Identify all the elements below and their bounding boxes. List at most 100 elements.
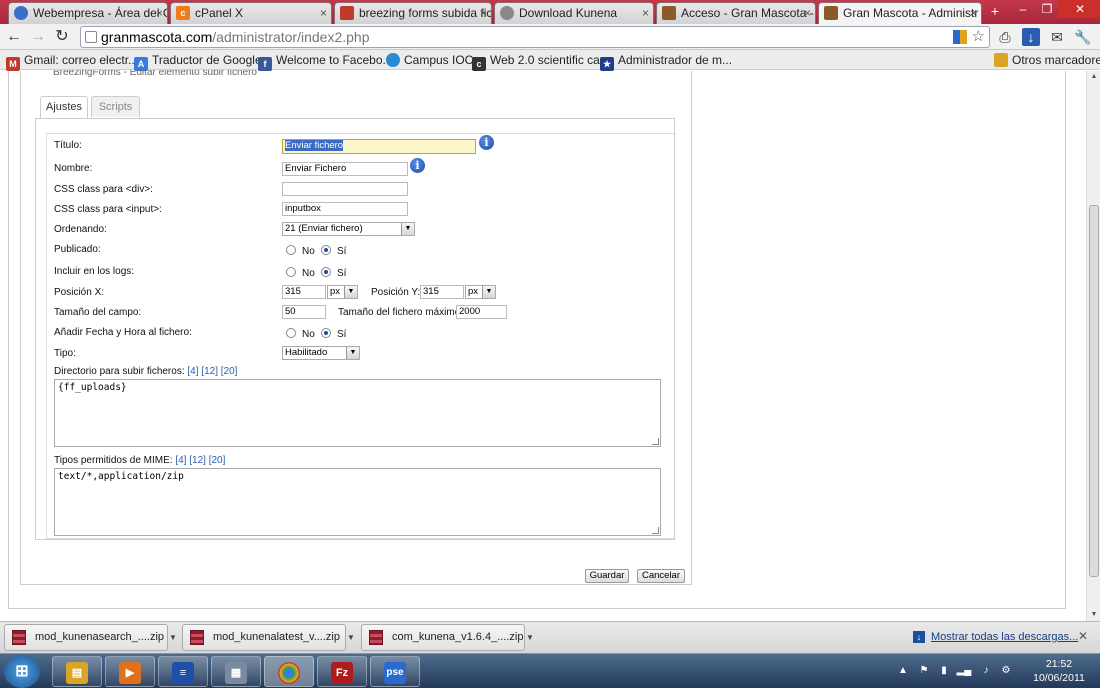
titulo-input[interactable]: Enviar fichero bbox=[282, 139, 476, 154]
css-div-input[interactable] bbox=[282, 182, 408, 196]
taskbar-calculator[interactable]: ▦ bbox=[211, 656, 261, 687]
battery-icon[interactable]: ▮ bbox=[936, 663, 952, 679]
scrollbar-thumb[interactable] bbox=[1089, 205, 1099, 577]
ref-link-12[interactable]: [12] bbox=[189, 455, 206, 466]
new-tab-icon[interactable]: + bbox=[985, 3, 1005, 19]
ref-link-4[interactable]: [4] bbox=[187, 366, 198, 377]
browser-tab-webempresa[interactable]: Webempresa - Área del Cl × bbox=[8, 2, 168, 24]
globe-icon bbox=[500, 6, 514, 20]
scroll-down-icon[interactable]: ▼ bbox=[1087, 609, 1100, 621]
download-item[interactable]: mod_kunenalatest_v....zip ▼ bbox=[182, 624, 355, 651]
tab-scripts[interactable]: Scripts bbox=[91, 96, 140, 117]
close-tab-icon[interactable]: × bbox=[970, 3, 977, 23]
windows-update-icon[interactable]: ⚙ bbox=[998, 663, 1014, 679]
nombre-label: Nombre: bbox=[54, 163, 93, 174]
taskbar-pse[interactable]: pse bbox=[370, 656, 420, 687]
posx-unit-select[interactable]: px ▼ bbox=[327, 285, 358, 299]
back-icon[interactable]: ← bbox=[4, 27, 24, 47]
logs-no-radio[interactable] bbox=[286, 267, 296, 277]
browser-tab-active[interactable]: Gran Mascota - Administr × bbox=[818, 2, 982, 24]
ordenando-select[interactable]: 21 (Enviar fichero) ▼ bbox=[282, 222, 415, 236]
ref-link-4[interactable]: [4] bbox=[175, 455, 186, 466]
resize-grip-icon[interactable] bbox=[652, 527, 659, 534]
posy-input[interactable]: 315 bbox=[420, 285, 464, 299]
bookmark-facebook[interactable]: f Welcome to Facebo... bbox=[258, 52, 393, 71]
scroll-up-icon[interactable]: ▲ bbox=[1087, 71, 1100, 83]
reload-icon[interactable]: ↻ bbox=[52, 27, 72, 47]
dir-textarea[interactable]: {ff_uploads} bbox=[54, 379, 661, 447]
flag-icon[interactable]: ⚑ bbox=[916, 663, 932, 679]
tipo-select[interactable]: Habilitado ▼ bbox=[282, 346, 360, 360]
close-tab-icon[interactable]: × bbox=[320, 3, 327, 23]
download-item[interactable]: mod_kunenasearch_....zip ▼ bbox=[4, 624, 177, 651]
wrench-icon[interactable]: 🔧 bbox=[1074, 28, 1092, 46]
show-all-downloads-link[interactable]: ↓ Mostrar todas las descargas... bbox=[913, 631, 1078, 643]
start-button[interactable]: ⊞ bbox=[4, 655, 40, 688]
browser-tab-kunena[interactable]: Download Kunena × bbox=[494, 2, 654, 24]
browser-tab-cpanel[interactable]: c cPanel X × bbox=[170, 2, 332, 24]
taskbar-stack-app[interactable]: ≡ bbox=[158, 656, 208, 687]
volume-icon[interactable]: ♪ bbox=[978, 663, 994, 679]
other-bookmarks[interactable]: Otros marcadores bbox=[994, 52, 1100, 68]
css-input-input[interactable]: inputbox bbox=[282, 202, 408, 216]
bookmark-admin[interactable]: ★ Administrador de m... bbox=[600, 52, 732, 71]
address-bar[interactable]: granmascota.com/administrator/index2.php… bbox=[80, 26, 990, 48]
ref-link-12[interactable]: [12] bbox=[201, 366, 218, 377]
nombre-input[interactable]: Enviar Fichero bbox=[282, 162, 408, 176]
info-icon[interactable]: i bbox=[479, 135, 494, 150]
ref-link-20[interactable]: [20] bbox=[221, 366, 238, 377]
page-icon bbox=[85, 31, 97, 43]
bookmark-gmail[interactable]: M Gmail: correo electr... bbox=[6, 52, 138, 71]
mime-textarea[interactable]: text/*,application/zip bbox=[54, 468, 661, 536]
posy-unit-select[interactable]: px ▼ bbox=[465, 285, 496, 299]
fecha-no-radio[interactable] bbox=[286, 328, 296, 338]
save-button[interactable]: Guardar bbox=[585, 569, 629, 583]
show-hidden-icons[interactable]: ▲ bbox=[895, 663, 911, 679]
bookmark-calc[interactable]: c Web 2.0 scientific ca... bbox=[472, 52, 610, 71]
download-icon[interactable]: ↓ bbox=[1022, 28, 1040, 46]
max-size-input[interactable]: 2000 bbox=[456, 305, 507, 319]
download-item[interactable]: com_kunena_v1.6.4_....zip ▼ bbox=[361, 624, 534, 651]
network-icon[interactable]: ▂▄ bbox=[956, 663, 972, 679]
chevron-down-icon: ▼ bbox=[401, 223, 414, 235]
publicado-si-radio[interactable] bbox=[321, 245, 331, 255]
print-icon[interactable]: ⎙ bbox=[996, 28, 1014, 46]
chevron-down-icon[interactable]: ▼ bbox=[169, 625, 181, 650]
tamano-input[interactable]: 50 bbox=[282, 305, 326, 319]
close-tab-icon[interactable]: × bbox=[804, 3, 811, 23]
close-shelf-icon[interactable]: ✕ bbox=[1078, 629, 1088, 643]
resize-grip-icon[interactable] bbox=[652, 438, 659, 445]
fecha-si-radio[interactable] bbox=[321, 328, 331, 338]
ref-link-20[interactable]: [20] bbox=[209, 455, 226, 466]
chevron-down-icon[interactable]: ▼ bbox=[526, 625, 538, 650]
tab-ajustes[interactable]: Ajustes bbox=[40, 96, 88, 118]
forward-icon[interactable]: → bbox=[28, 27, 48, 47]
taskbar-explorer[interactable]: ▤ bbox=[52, 656, 102, 687]
maximize-icon[interactable]: ❐ bbox=[1034, 0, 1060, 18]
publicado-no-radio[interactable] bbox=[286, 245, 296, 255]
extension-icon[interactable] bbox=[953, 30, 967, 44]
taskbar-media-player[interactable]: ▶ bbox=[105, 656, 155, 687]
close-tab-icon[interactable]: × bbox=[480, 3, 487, 23]
taskbar-chrome[interactable] bbox=[264, 656, 314, 687]
mime-label: Tipos permitidos de MIME: [4] [12] [20] bbox=[54, 455, 226, 466]
info-icon[interactable]: i bbox=[410, 158, 425, 173]
bookmark-star-icon[interactable]: ☆ bbox=[972, 27, 985, 47]
bookmark-campus[interactable]: Campus IOC bbox=[386, 52, 473, 68]
close-window-icon[interactable]: ✕ bbox=[1058, 0, 1100, 18]
close-tab-icon[interactable]: × bbox=[156, 3, 163, 23]
posx-input[interactable]: 315 bbox=[282, 285, 326, 299]
chevron-down-icon[interactable]: ▼ bbox=[347, 625, 359, 650]
logs-si-radio[interactable] bbox=[321, 267, 331, 277]
system-clock[interactable]: 21:52 10/06/2011 bbox=[1020, 657, 1098, 685]
minimize-icon[interactable]: – bbox=[1010, 0, 1036, 18]
taskbar-filezilla[interactable]: Fz bbox=[317, 656, 367, 687]
bookmark-translate[interactable]: A Traductor de Google bbox=[134, 52, 262, 71]
cancel-button[interactable]: Cancelar bbox=[637, 569, 685, 583]
mail-icon[interactable]: ✉ bbox=[1048, 28, 1066, 46]
page-scrollbar[interactable]: ▲ ▼ bbox=[1086, 71, 1100, 621]
close-tab-icon[interactable]: × bbox=[642, 3, 649, 23]
browser-tab-acceso[interactable]: Acceso - Gran Mascota - × bbox=[656, 2, 816, 24]
posx-label: Posición X: bbox=[54, 287, 105, 298]
browser-tab-breezing[interactable]: breezing forms subida fich × bbox=[334, 2, 492, 24]
